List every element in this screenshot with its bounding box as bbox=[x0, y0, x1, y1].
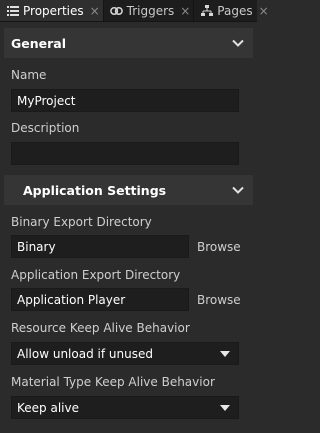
application-settings-section-header[interactable]: Application Settings bbox=[4, 175, 253, 205]
dropdown-arrow-icon bbox=[220, 351, 230, 357]
chevron-down-icon[interactable] bbox=[232, 37, 244, 49]
material-keep-alive-dropdown[interactable]: Keep alive bbox=[11, 396, 239, 419]
link-icon bbox=[109, 4, 123, 17]
app-export-label: Application Export Directory bbox=[11, 268, 181, 282]
material-keep-alive-label: Material Type Keep Alive Behavior bbox=[11, 375, 215, 389]
hierarchy-icon bbox=[200, 4, 213, 17]
name-field[interactable]: MyProject bbox=[11, 89, 239, 112]
properties-panel: General Name MyProject Description Appli… bbox=[0, 22, 257, 433]
list-icon bbox=[6, 4, 19, 17]
tab-triggers[interactable]: Triggers × bbox=[104, 0, 195, 21]
tab-properties[interactable]: Properties × bbox=[0, 0, 104, 21]
general-section-title: General bbox=[11, 35, 66, 51]
application-settings-section-title: Application Settings bbox=[23, 182, 167, 198]
binary-export-browse-button[interactable]: Browse bbox=[197, 240, 241, 254]
general-section-header[interactable]: General bbox=[4, 28, 253, 58]
tab-pages[interactable]: Pages × bbox=[194, 0, 271, 21]
resource-keep-alive-label: Resource Keep Alive Behavior bbox=[11, 321, 190, 335]
close-icon[interactable]: × bbox=[90, 4, 100, 18]
app-export-browse-button[interactable]: Browse bbox=[197, 293, 241, 307]
close-icon[interactable]: × bbox=[180, 4, 190, 18]
resource-keep-alive-value: Allow unload if unused bbox=[17, 346, 153, 361]
tab-pages-label: Pages bbox=[217, 3, 253, 18]
tab-triggers-label: Triggers bbox=[126, 3, 175, 18]
material-keep-alive-value: Keep alive bbox=[17, 400, 79, 415]
dropdown-arrow-icon bbox=[220, 405, 230, 411]
description-label: Description bbox=[11, 121, 80, 135]
tab-bar: Properties × Triggers × Pages × bbox=[0, 0, 269, 22]
binary-export-label: Binary Export Directory bbox=[11, 215, 152, 229]
resource-keep-alive-dropdown[interactable]: Allow unload if unused bbox=[11, 342, 239, 365]
tab-properties-label: Properties bbox=[23, 3, 84, 18]
chevron-down-icon[interactable] bbox=[232, 184, 244, 196]
description-field[interactable] bbox=[11, 142, 239, 165]
binary-export-field[interactable]: Binary bbox=[11, 235, 189, 258]
app-export-field[interactable]: Application Player bbox=[11, 288, 189, 311]
close-icon[interactable]: × bbox=[259, 4, 269, 18]
name-label: Name bbox=[11, 68, 47, 82]
